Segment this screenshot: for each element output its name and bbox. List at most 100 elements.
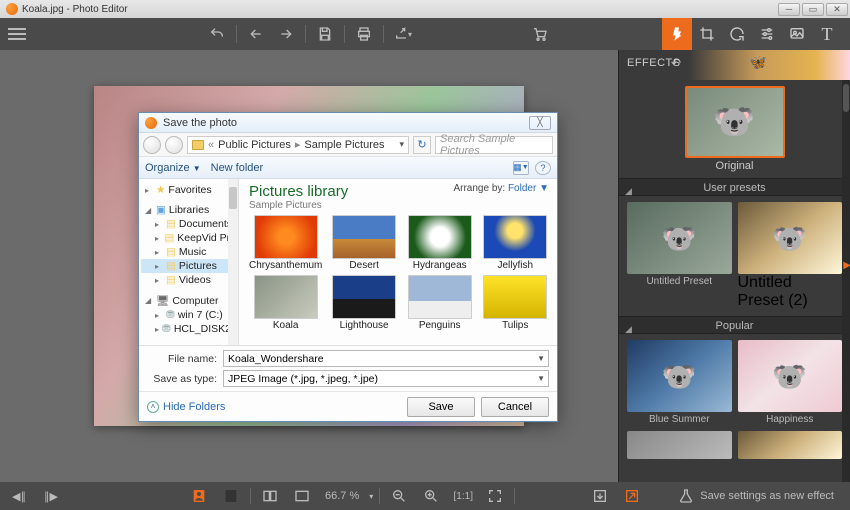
dialog-icon [145,117,157,129]
tree-item[interactable]: ▸▤Documents [141,217,236,231]
tree-item-favorites[interactable]: ▸★Favorites [141,183,236,197]
preset-item[interactable]: 🐨Blue Summer [627,340,732,425]
menu-button[interactable] [8,28,26,40]
tree-item[interactable]: ▸⛃HCL_DISK2 (D:) [141,322,236,336]
tree-item[interactable]: ▸▤Music [141,245,236,259]
compare-button[interactable] [257,484,283,508]
dialog-titlebar[interactable]: Save the photo ╳ [139,113,557,133]
rotate-tab[interactable] [722,18,752,50]
refresh-button[interactable]: ↻ [413,136,431,154]
maximize-button[interactable]: ▭ [802,3,824,16]
file-item[interactable]: Tulips [481,275,549,331]
original-thumb-wrap: 🐨 Original [619,80,850,178]
popular-header[interactable]: ◢Popular [619,316,850,334]
adjust-tab[interactable] [752,18,782,50]
breadcrumb-item[interactable]: Sample Pictures [304,139,384,151]
nav-forward-button[interactable] [165,136,183,154]
preset-item[interactable] [627,431,732,459]
save-as-effect-button[interactable]: Save settings as new effect [678,488,844,504]
separator [514,488,515,504]
separator [236,25,237,43]
portrait-icon[interactable] [186,484,212,508]
collapse-panel-icon[interactable]: ▶ [843,260,850,271]
tree-item[interactable]: ▸▤KeepVid Pro [141,231,236,245]
dialog-body: ▸★Favorites ◢▣Libraries ▸▤Documents ▸▤Ke… [139,179,557,345]
cart-button[interactable] [525,19,555,49]
crop-tab[interactable] [692,18,722,50]
portrait-dark-icon[interactable] [218,484,244,508]
separator [344,25,345,43]
preset-item[interactable] [738,431,843,459]
minimize-button[interactable]: ─ [778,3,800,16]
close-button[interactable]: ✕ [826,3,848,16]
print-button[interactable] [349,19,379,49]
color-tab[interactable] [782,18,812,50]
filename-label: File name: [147,353,217,365]
tool-tabs: T [662,18,842,50]
window-controls: ─ ▭ ✕ [778,3,848,16]
file-item[interactable]: Desert [330,215,398,271]
nav-back-button[interactable] [143,136,161,154]
fit-button[interactable] [289,484,315,508]
back-button[interactable] [241,19,271,49]
tree-item-selected[interactable]: ▸▤Pictures [141,259,236,273]
hide-folders-button[interactable]: ˄Hide Folders [147,401,225,413]
save-file-button[interactable]: Save [407,397,475,417]
separator [383,25,384,43]
prev-image-button[interactable]: ◀∥ [6,484,32,508]
preset-caption: Blue Summer [627,414,732,425]
share-button[interactable]: ▾ [388,19,418,49]
app-logo-icon [6,3,18,15]
forward-button[interactable] [271,19,301,49]
file-item[interactable]: Jellyfish [481,215,549,271]
original-caption: Original [627,160,842,172]
save-button[interactable] [310,19,340,49]
view-mode-button[interactable]: ▦▼ [513,161,529,175]
folder-tree[interactable]: ▸★Favorites ◢▣Libraries ▸▤Documents ▸▤Ke… [139,179,239,345]
preset-item[interactable]: 🐨Untitled Preset (2) [738,202,843,310]
panel-scrollbar[interactable] [842,80,850,482]
search-input[interactable]: Search Sample Pictures [435,136,553,154]
user-presets-header[interactable]: ◢User presets [619,178,850,196]
file-item[interactable]: Lighthouse [330,275,398,331]
organize-button[interactable]: Organize ▼ [145,162,201,174]
tree-scrollbar[interactable] [228,179,238,345]
filename-input[interactable]: Koala_Wondershare▼ [223,350,549,367]
preset-item[interactable]: 🐨Untitled Preset [627,202,732,310]
text-tab[interactable]: T [812,18,842,50]
breadcrumb[interactable]: « Public Pictures ▸ Sample Pictures ▾ [187,136,409,154]
tree-item-computer[interactable]: ◢🖥Computer [141,293,236,308]
tree-item-libraries[interactable]: ◢▣Libraries [141,203,236,217]
import-button[interactable] [587,484,613,508]
file-item[interactable]: Koala [249,275,322,331]
original-thumb[interactable]: 🐨 [685,86,785,158]
file-item[interactable]: Chrysanthemum [249,215,322,271]
file-item[interactable]: Hydrangeas [406,215,474,271]
savetype-select[interactable]: JPEG Image (*.jpg, *.jpeg, *.jpe)▼ [223,370,549,387]
preset-caption: Happiness [738,414,843,425]
actual-size-button[interactable]: [1:1] [450,484,476,508]
tree-item[interactable]: ▸⛃win 7 (C:) [141,308,236,322]
fullscreen-button[interactable] [482,484,508,508]
effects-tab[interactable] [662,18,692,50]
history-group: ▾ [202,19,418,49]
new-folder-button[interactable]: New folder [211,162,264,174]
undo-button[interactable] [202,19,232,49]
export-button[interactable] [619,484,645,508]
effects-panel: EFFECTS ↶ 🐨 Original ◢User presets 🐨Unti… [618,50,850,482]
tree-item[interactable]: ▸▤Videos [141,273,236,287]
breadcrumb-item[interactable]: Public Pictures [218,139,291,151]
preset-item[interactable]: 🐨Happiness [738,340,843,425]
help-button[interactable]: ? [535,161,551,175]
effects-header: EFFECTS ↶ [619,50,850,80]
popular-row: 🐨Blue Summer 🐨Happiness [619,334,850,431]
dialog-close-button[interactable]: ╳ [529,116,551,130]
zoom-in-button[interactable] [418,484,444,508]
arrange-by[interactable]: Arrange by: Folder ▼ [453,183,549,194]
separator [379,488,380,504]
zoom-out-button[interactable] [386,484,412,508]
cancel-button[interactable]: Cancel [481,397,549,417]
effects-undo-icon[interactable]: ↶ [671,56,681,70]
next-image-button[interactable]: ∥▶ [38,484,64,508]
file-item[interactable]: Penguins [406,275,474,331]
